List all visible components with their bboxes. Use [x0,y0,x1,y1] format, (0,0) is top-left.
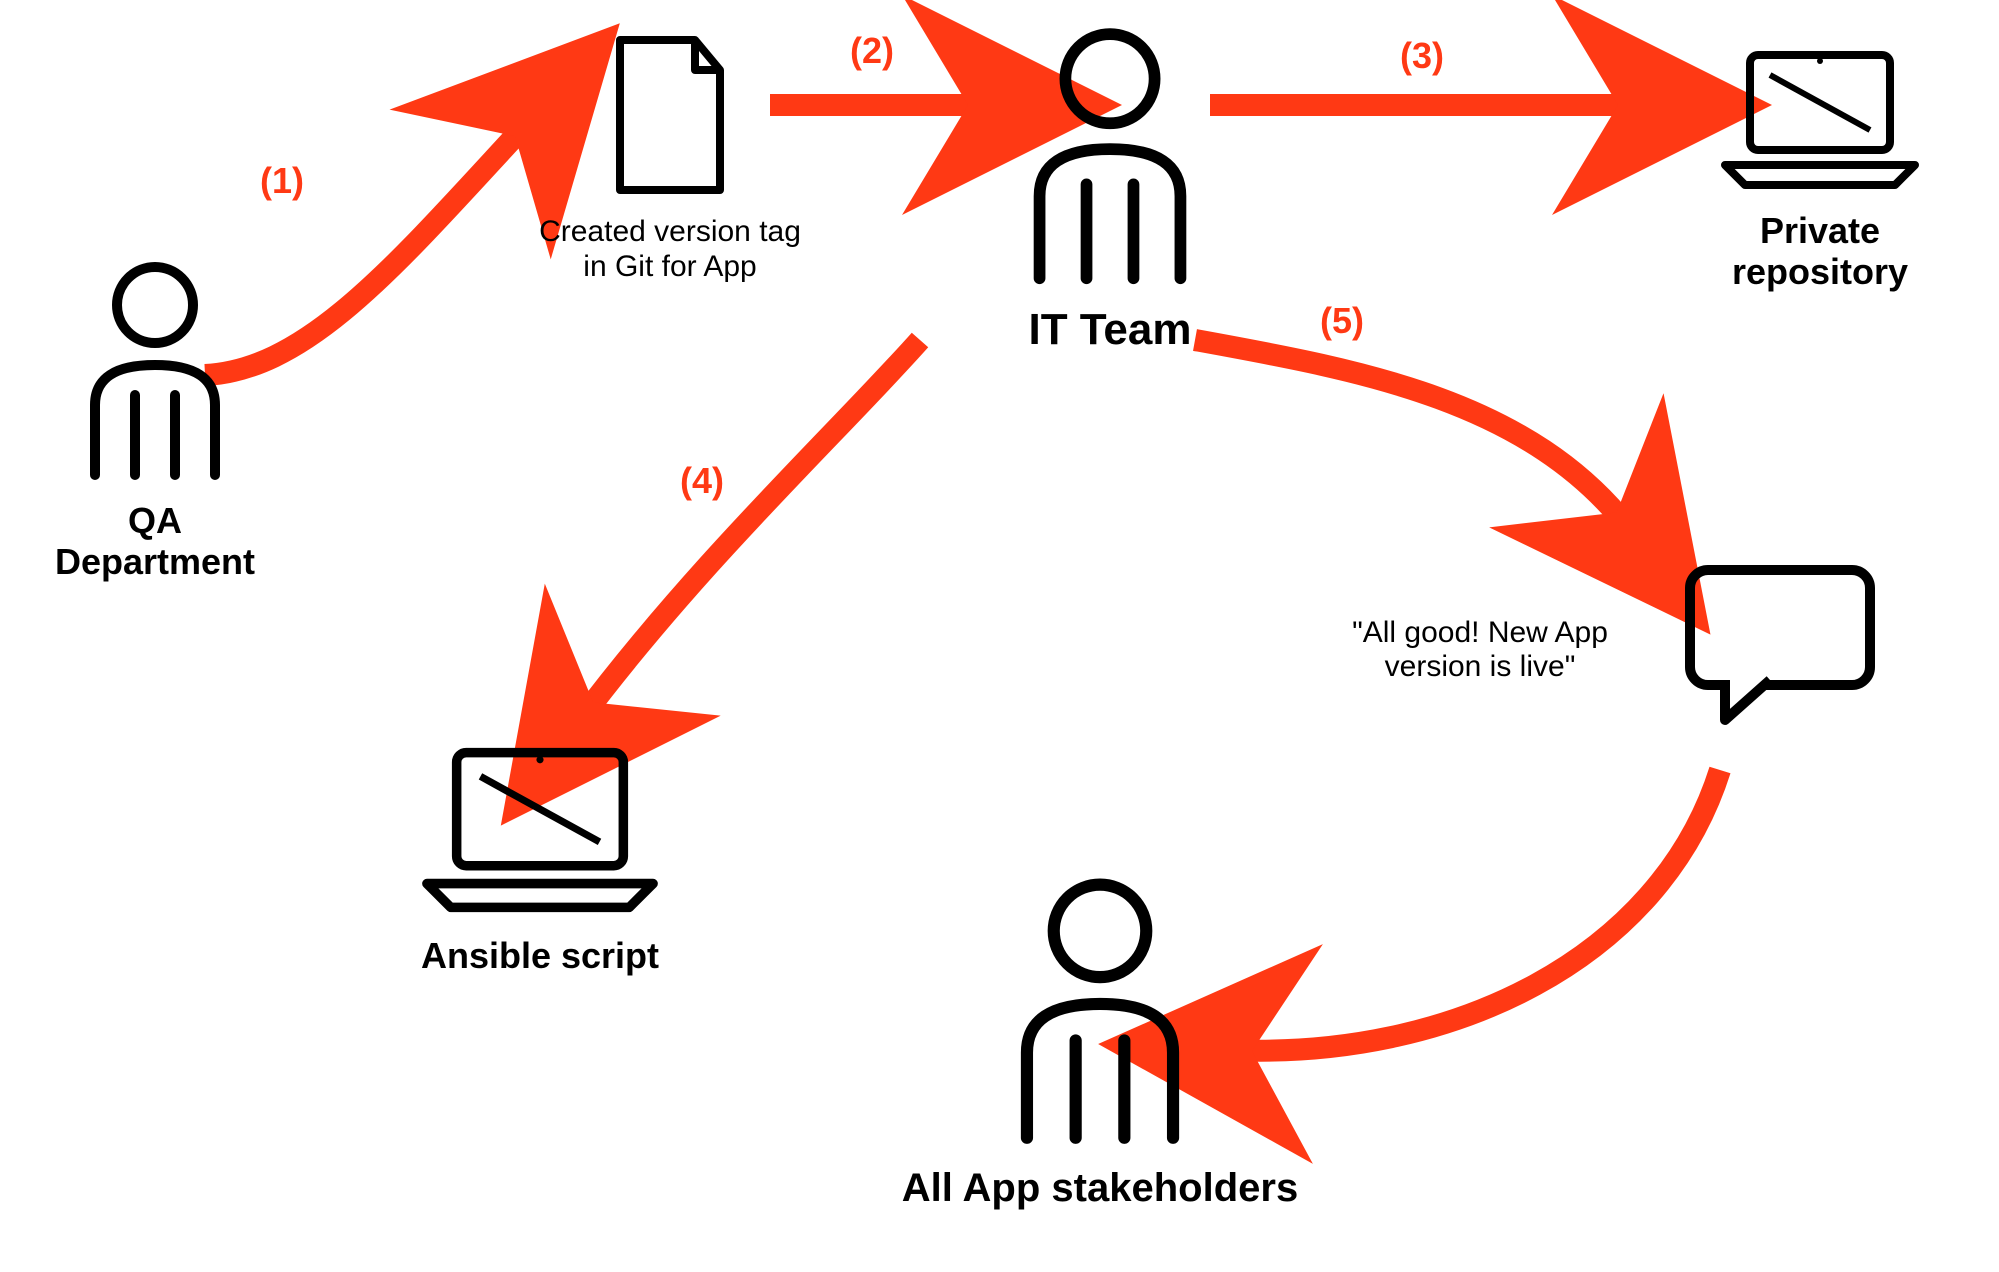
node-message: "All good! New App version is live" [1300,560,1880,730]
person-icon [985,870,1215,1150]
node-document: Created version tag in Git for App [500,30,840,284]
document-icon [600,30,740,200]
node-qa-department: QA Department [25,255,285,583]
qa-label: QA Department [25,500,285,583]
arrow-5 [1195,340,1630,530]
chat-bubble-icon [1680,560,1880,730]
repo-label: Private repository [1680,210,1960,293]
message-label: "All good! New App version is live" [1300,616,1660,685]
laptop-icon [415,740,665,920]
node-it-team: IT Team [990,20,1230,356]
ansible-label: Ansible script [380,935,700,976]
step-2-label: (2) [850,30,894,72]
step-4-label: (4) [680,460,724,502]
arrow-4 [580,340,920,720]
person-icon [65,255,245,485]
laptop-icon [1715,45,1925,195]
node-stakeholders: All App stakeholders [890,870,1310,1211]
step-5-label: (5) [1320,300,1364,342]
step-3-label: (3) [1400,35,1444,77]
it-team-label: IT Team [990,305,1230,356]
stakeholders-label: All App stakeholders [890,1165,1310,1211]
step-1-label: (1) [260,160,304,202]
person-icon [1000,20,1220,290]
document-label: Created version tag in Git for App [500,215,840,284]
node-private-repository: Private repository [1680,45,1960,293]
diagram-canvas: QA Department Created version tag in Git… [0,0,1999,1272]
node-ansible-script: Ansible script [380,740,700,976]
